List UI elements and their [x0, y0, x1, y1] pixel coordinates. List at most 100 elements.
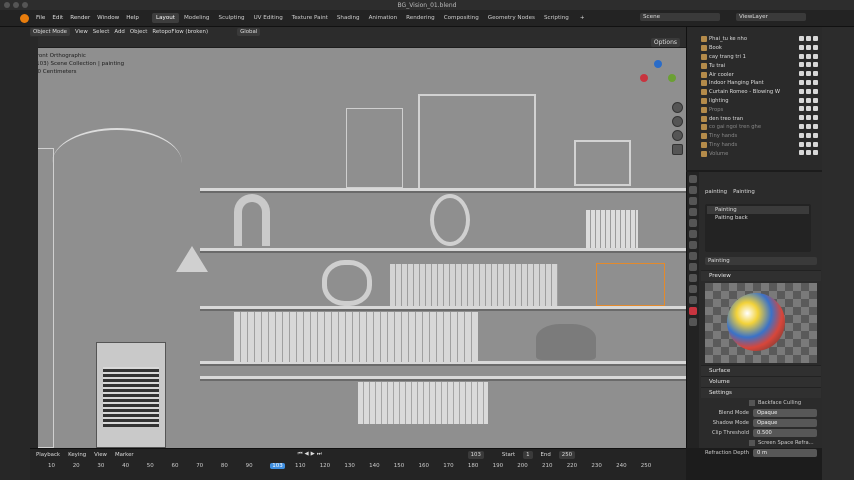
visibility-toggles[interactable] [799, 36, 818, 41]
checkbox-icon[interactable] [799, 36, 804, 41]
marker-menu[interactable]: Marker [115, 452, 134, 458]
visibility-toggles[interactable] [799, 97, 818, 103]
eye-icon[interactable] [806, 53, 811, 59]
visibility-toggles[interactable] [799, 115, 818, 121]
settings-panel-header[interactable]: Settings [701, 387, 821, 398]
books-row-3[interactable] [234, 312, 478, 362]
checkbox-icon[interactable] [799, 53, 804, 59]
object-menu[interactable]: Object [130, 29, 148, 35]
end-frame-field[interactable]: 250 [558, 450, 576, 459]
eye-icon[interactable] [806, 62, 811, 68]
eye-icon[interactable] [806, 106, 811, 112]
menu-edit[interactable]: Edit [52, 15, 63, 21]
eye-icon[interactable] [806, 132, 811, 138]
tab-modeling[interactable]: Modeling [180, 13, 213, 23]
preview-panel-header[interactable]: Preview [701, 270, 821, 281]
material-slot-list[interactable]: Painting Paiting back [705, 204, 811, 252]
visibility-toggles[interactable] [799, 132, 818, 138]
checkbox-icon[interactable] [749, 400, 755, 406]
particles-tab-icon[interactable] [689, 263, 697, 271]
tool-tab-icon[interactable] [689, 175, 697, 183]
camera-icon[interactable] [813, 132, 818, 138]
material-tab-icon[interactable] [689, 307, 697, 315]
surface-panel-header[interactable]: Surface [701, 365, 821, 376]
camera-icon[interactable] [813, 79, 818, 85]
eye-icon[interactable] [806, 88, 811, 94]
setting-field[interactable]: Blend Mode Opaque [701, 408, 821, 418]
y-axis-icon[interactable] [668, 74, 676, 82]
tab-animation[interactable]: Animation [365, 13, 402, 23]
mode-dropdown[interactable]: Object Mode [30, 28, 70, 36]
volume-panel-header[interactable]: Volume [701, 376, 821, 387]
camera-icon[interactable] [813, 88, 818, 94]
playback-controls-icon[interactable]: ⏮◀▶⏭ [298, 451, 324, 458]
visibility-toggles[interactable] [799, 141, 818, 147]
blender-logo-icon[interactable] [20, 14, 29, 23]
material-name-field[interactable]: Painting [705, 257, 817, 265]
tab-rendering[interactable]: Rendering [402, 13, 439, 23]
timeline-view-menu[interactable]: View [94, 452, 107, 458]
camera-icon[interactable] [813, 53, 818, 59]
outliner-item[interactable]: Air cooler [687, 70, 822, 79]
tab-geometry-nodes[interactable]: Geometry Nodes [484, 13, 539, 23]
outliner-item[interactable]: Tu trai [687, 61, 822, 70]
frame-ruler[interactable]: 10 20 30 40 50 60 70 80 90 103 110 120 130 140 150 160 1… [30, 463, 686, 473]
pan-hand-icon[interactable] [672, 116, 683, 127]
view-layer-selector[interactable]: ViewLayer [736, 13, 806, 21]
window-controls[interactable] [4, 2, 28, 8]
scene-selector[interactable]: Scene [640, 13, 720, 21]
transform-orientation[interactable]: Global [237, 28, 261, 36]
add-workspace-button[interactable]: + [580, 15, 585, 21]
frame-left[interactable] [346, 108, 403, 188]
physics-tab-icon[interactable] [689, 274, 697, 282]
books-row-2[interactable] [390, 264, 558, 306]
setting-value[interactable]: Opaque [753, 419, 817, 427]
checkbox-icon[interactable] [799, 79, 804, 85]
visibility-toggles[interactable] [799, 53, 818, 59]
eye-icon[interactable] [806, 97, 811, 103]
checkbox-icon[interactable] [799, 44, 804, 50]
checkbox-icon[interactable] [799, 106, 804, 112]
camera-icon[interactable] [813, 36, 818, 41]
shelf-1[interactable] [200, 188, 686, 193]
scene-tab-icon[interactable] [689, 219, 697, 227]
frame-right[interactable] [574, 140, 631, 186]
eye-icon[interactable] [806, 150, 811, 156]
current-frame-field[interactable]: 103 [467, 450, 484, 459]
camera-icon[interactable] [813, 44, 818, 50]
tab-shading[interactable]: Shading [333, 13, 364, 23]
tab-compositing[interactable]: Compositing [440, 13, 483, 23]
shelf-3[interactable] [200, 306, 686, 311]
view-layer-tab-icon[interactable] [689, 208, 697, 216]
view-menu[interactable]: View [75, 29, 88, 35]
visibility-toggles[interactable] [799, 123, 818, 129]
visibility-toggles[interactable] [799, 88, 818, 94]
visibility-toggles[interactable] [799, 44, 818, 50]
outliner-item[interactable]: Tiny hands [687, 141, 822, 150]
checkbox-icon[interactable] [749, 440, 755, 446]
eye-icon[interactable] [806, 36, 811, 41]
eye-icon[interactable] [806, 141, 811, 147]
data-tab-icon[interactable] [689, 296, 697, 304]
options-button[interactable]: Options [650, 38, 680, 47]
slot-item[interactable]: Painting [707, 206, 809, 214]
zoom-icon[interactable] [672, 102, 683, 113]
menu-file[interactable]: File [36, 15, 45, 21]
setting-value[interactable]: 0.500 [753, 429, 817, 437]
checkbox-icon[interactable] [799, 97, 804, 103]
add-menu[interactable]: Add [114, 29, 124, 35]
eye-icon[interactable] [806, 44, 811, 50]
frame-center[interactable] [418, 94, 536, 190]
visibility-toggles[interactable] [799, 79, 818, 85]
material-selector[interactable]: Painting [705, 256, 817, 266]
object-tab-icon[interactable] [689, 241, 697, 249]
menu-render[interactable]: Render [70, 15, 90, 21]
checkbox-icon[interactable] [799, 71, 804, 77]
visibility-toggles[interactable] [799, 106, 818, 112]
camera-icon[interactable] [813, 62, 818, 68]
outliner-item[interactable]: Volume [687, 149, 822, 158]
outliner-item[interactable]: Curtain Romeo - Blowing W [687, 88, 822, 97]
tab-uv-editing[interactable]: UV Editing [250, 13, 287, 23]
checkbox-icon[interactable] [799, 123, 804, 129]
scene-name[interactable]: Scene [640, 13, 720, 21]
